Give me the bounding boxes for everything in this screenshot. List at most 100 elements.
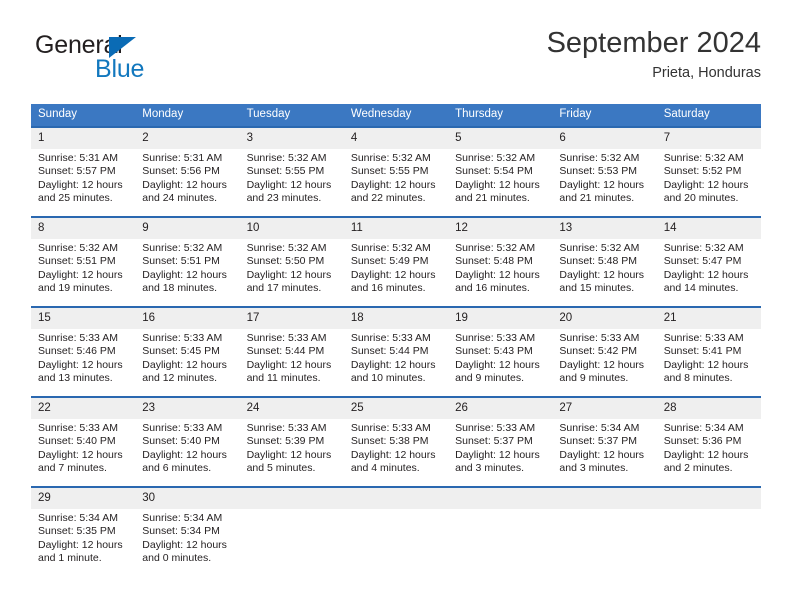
day-cell[interactable]: 29 Sunrise: 5:34 AM Sunset: 5:35 PM Dayligh…: [31, 486, 136, 568]
day-details: Sunrise: 5:33 AM Sunset: 5:38 PM Daylight:…: [344, 419, 448, 476]
day-cell[interactable]: 17 Sunrise: 5:33 AM Sunset: 5:44 PM Dayligh…: [239, 306, 344, 397]
location-subtitle: Prieta, Honduras: [652, 65, 761, 81]
day-number: [448, 488, 553, 509]
day-cell[interactable]: 24 Sunrise: 5:33 AM Sunset: 5:39 PM Dayligh…: [239, 396, 344, 487]
sunrise-text: Sunrise: 5:33 AM: [559, 332, 640, 344]
day-number: 10: [239, 218, 344, 239]
day-cell[interactable]: 7 Sunrise: 5:32 AM Sunset: 5:52 PM Daylight…: [656, 126, 761, 217]
day-cell[interactable]: 10 Sunrise: 5:32 AM Sunset: 5:50 PM Dayligh…: [239, 216, 344, 307]
day-details: Sunrise: 5:34 AM Sunset: 5:37 PM Daylight:…: [552, 419, 656, 476]
sunrise-text: Sunrise: 5:34 AM: [559, 422, 640, 434]
day-number: [552, 488, 657, 509]
weekday-header-friday: Friday: [552, 104, 657, 127]
sunrise-text: Sunrise: 5:34 AM: [663, 422, 744, 434]
daylight-text: Daylight: 12 hours and 21 minutes.: [559, 178, 645, 205]
daylight-text: Daylight: 12 hours and 22 minutes.: [350, 178, 436, 205]
day-number: 14: [656, 218, 761, 239]
sunrise-text: Sunrise: 5:33 AM: [142, 332, 223, 344]
day-cell[interactable]: 26 Sunrise: 5:33 AM Sunset: 5:37 PM Dayligh…: [448, 396, 553, 487]
sunrise-text: Sunrise: 5:32 AM: [38, 242, 118, 254]
day-number: 4: [343, 128, 449, 149]
sunrise-text: Sunrise: 5:32 AM: [246, 152, 327, 164]
day-cell[interactable]: 21 Sunrise: 5:33 AM Sunset: 5:41 PM Dayligh…: [656, 306, 761, 397]
sunrise-text: Sunrise: 5:32 AM: [663, 242, 744, 254]
sunrise-text: Sunrise: 5:32 AM: [663, 152, 744, 164]
sunset-text: Sunset: 5:37 PM: [559, 435, 638, 448]
sunset-text: Sunset: 5:54 PM: [455, 165, 533, 178]
day-number: 20: [552, 308, 657, 329]
day-cell[interactable]: 13 Sunrise: 5:32 AM Sunset: 5:48 PM Dayligh…: [552, 216, 657, 307]
daylight-text: Daylight: 12 hours and 12 minutes.: [142, 358, 227, 385]
day-number: 9: [135, 218, 240, 239]
day-cell[interactable]: 4 Sunrise: 5:32 AM Sunset: 5:55 PM Daylight…: [343, 126, 449, 217]
day-cell[interactable]: 9 Sunrise: 5:32 AM Sunset: 5:51 PM Daylight…: [135, 216, 240, 307]
day-cell[interactable]: 2 Sunrise: 5:31 AM Sunset: 5:56 PM Daylight…: [135, 126, 240, 217]
sunset-text: Sunset: 5:53 PM: [559, 165, 638, 178]
sunrise-text: Sunrise: 5:33 AM: [663, 332, 744, 344]
day-details: Sunrise: 5:32 AM Sunset: 5:48 PM Daylight:…: [552, 239, 656, 296]
sunrise-text: Sunrise: 5:32 AM: [246, 242, 327, 254]
sunrise-text: Sunrise: 5:32 AM: [455, 242, 536, 254]
day-cell-empty: [552, 486, 657, 568]
daylight-text: Daylight: 12 hours and 4 minutes.: [350, 448, 436, 475]
day-cell[interactable]: 5 Sunrise: 5:32 AM Sunset: 5:54 PM Daylight…: [448, 126, 553, 217]
day-cell[interactable]: 1 Sunrise: 5:31 AM Sunset: 5:57 PM Daylight…: [31, 126, 136, 217]
day-cell[interactable]: 12 Sunrise: 5:32 AM Sunset: 5:48 PM Dayligh…: [448, 216, 553, 307]
day-details: Sunrise: 5:33 AM Sunset: 5:39 PM Daylight:…: [240, 419, 344, 476]
sunset-text: Sunset: 5:41 PM: [663, 345, 742, 358]
daylight-text: Daylight: 12 hours and 19 minutes.: [38, 268, 123, 295]
sunrise-text: Sunrise: 5:32 AM: [350, 152, 431, 164]
sunset-text: Sunset: 5:56 PM: [142, 165, 220, 178]
day-cell[interactable]: 30 Sunrise: 5:34 AM Sunset: 5:34 PM Dayligh…: [135, 486, 240, 568]
sunset-text: Sunset: 5:55 PM: [350, 165, 429, 178]
sunset-text: Sunset: 5:55 PM: [246, 165, 325, 178]
sunrise-text: Sunrise: 5:32 AM: [559, 242, 640, 254]
daylight-text: Daylight: 12 hours and 14 minutes.: [663, 268, 749, 295]
weekday-header-sunday: Sunday: [31, 104, 136, 127]
day-details: Sunrise: 5:34 AM Sunset: 5:34 PM Daylight:…: [135, 509, 239, 566]
day-cell[interactable]: 16 Sunrise: 5:33 AM Sunset: 5:45 PM Dayligh…: [135, 306, 240, 397]
day-cell[interactable]: 19 Sunrise: 5:33 AM Sunset: 5:43 PM Dayligh…: [448, 306, 553, 397]
weekday-header-saturday: Saturday: [656, 104, 761, 127]
day-cell[interactable]: 18 Sunrise: 5:33 AM Sunset: 5:44 PM Dayligh…: [343, 306, 449, 397]
day-cell[interactable]: 14 Sunrise: 5:32 AM Sunset: 5:47 PM Dayligh…: [656, 216, 761, 307]
day-cell[interactable]: 28 Sunrise: 5:34 AM Sunset: 5:36 PM Dayligh…: [656, 396, 761, 487]
day-cell[interactable]: 15 Sunrise: 5:33 AM Sunset: 5:46 PM Dayligh…: [31, 306, 136, 397]
daylight-text: Daylight: 12 hours and 15 minutes.: [559, 268, 645, 295]
sunset-text: Sunset: 5:57 PM: [38, 165, 116, 178]
day-cell[interactable]: 20 Sunrise: 5:33 AM Sunset: 5:42 PM Dayligh…: [552, 306, 657, 397]
day-cell[interactable]: 27 Sunrise: 5:34 AM Sunset: 5:37 PM Dayligh…: [552, 396, 657, 487]
sunrise-text: Sunrise: 5:34 AM: [142, 512, 223, 524]
sunset-text: Sunset: 5:44 PM: [350, 345, 429, 358]
daylight-text: Daylight: 12 hours and 9 minutes.: [559, 358, 645, 385]
day-details: Sunrise: 5:32 AM Sunset: 5:51 PM Daylight:…: [135, 239, 239, 296]
sunset-text: Sunset: 5:35 PM: [38, 525, 116, 538]
sunrise-text: Sunrise: 5:32 AM: [350, 242, 431, 254]
sunset-text: Sunset: 5:44 PM: [246, 345, 325, 358]
day-cell[interactable]: 25 Sunrise: 5:33 AM Sunset: 5:38 PM Dayligh…: [343, 396, 449, 487]
day-cell[interactable]: 6 Sunrise: 5:32 AM Sunset: 5:53 PM Daylight…: [552, 126, 657, 217]
sunrise-text: Sunrise: 5:33 AM: [350, 422, 431, 434]
day-details: Sunrise: 5:32 AM Sunset: 5:50 PM Daylight:…: [240, 239, 344, 296]
day-details: Sunrise: 5:32 AM Sunset: 5:48 PM Daylight:…: [448, 239, 552, 296]
sunset-text: Sunset: 5:51 PM: [38, 255, 116, 268]
day-number: 5: [448, 128, 553, 149]
daylight-text: Daylight: 12 hours and 3 minutes.: [559, 448, 645, 475]
day-cell[interactable]: 22 Sunrise: 5:33 AM Sunset: 5:40 PM Dayligh…: [31, 396, 136, 487]
sunset-text: Sunset: 5:36 PM: [663, 435, 742, 448]
daylight-text: Daylight: 12 hours and 10 minutes.: [350, 358, 436, 385]
day-details: Sunrise: 5:32 AM Sunset: 5:49 PM Daylight:…: [344, 239, 448, 296]
day-cell[interactable]: 23 Sunrise: 5:33 AM Sunset: 5:40 PM Dayligh…: [135, 396, 240, 487]
sunrise-text: Sunrise: 5:31 AM: [38, 152, 118, 164]
day-cell[interactable]: 11 Sunrise: 5:32 AM Sunset: 5:49 PM Dayligh…: [343, 216, 449, 307]
day-number: 27: [552, 398, 657, 419]
week-row: 29 Sunrise: 5:34 AM Sunset: 5:35 PM Dayligh…: [31, 486, 761, 568]
day-number: 15: [31, 308, 136, 329]
generalblue-logo[interactable]: General Blue: [35, 32, 235, 88]
day-cell[interactable]: 3 Sunrise: 5:32 AM Sunset: 5:55 PM Daylight…: [239, 126, 344, 217]
sunset-text: Sunset: 5:34 PM: [142, 525, 220, 538]
weekday-header-wednesday: Wednesday: [343, 104, 449, 127]
day-cell[interactable]: 8 Sunrise: 5:32 AM Sunset: 5:51 PM Daylight…: [31, 216, 136, 307]
sunrise-text: Sunrise: 5:33 AM: [38, 332, 118, 344]
sunrise-text: Sunrise: 5:32 AM: [455, 152, 536, 164]
